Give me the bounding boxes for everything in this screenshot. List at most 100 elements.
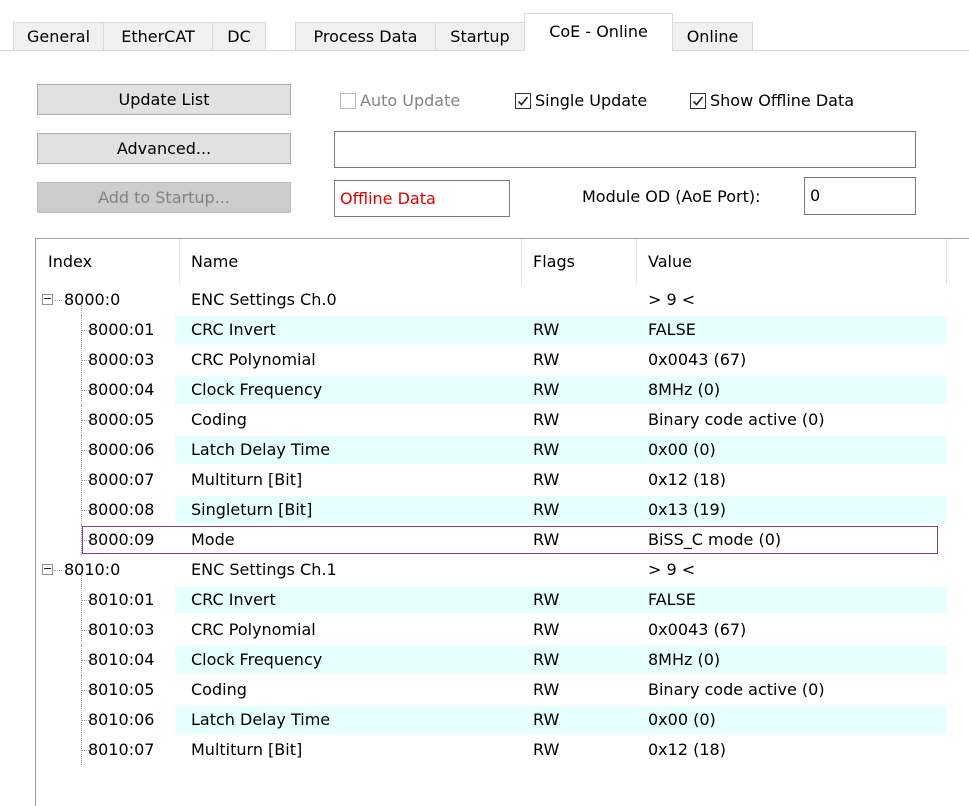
header-index[interactable]: Index [48, 252, 92, 271]
show-offline-data-checkbox[interactable]: Show Offline Data [690, 90, 854, 112]
table-row[interactable]: 8010:04 Clock Frequency RW 8MHz (0) [36, 645, 969, 675]
cell-name: ENC Settings Ch.1 [191, 560, 337, 579]
table-row[interactable]: 8000:08 Singleturn [Bit] RW 0x13 (19) [36, 495, 969, 525]
collapse-icon[interactable]: − [42, 563, 53, 575]
cell-index: 8010:06 [88, 710, 155, 729]
cell-value: 0x00 (0) [648, 440, 716, 459]
cell-name: CRC Polynomial [191, 620, 316, 639]
tab-dc[interactable]: DC [212, 22, 266, 50]
column-separator[interactable] [179, 239, 180, 285]
table-row[interactable]: 8000:03 CRC Polynomial RW 0x0043 (67) [36, 345, 969, 375]
table-row[interactable]: 8010:03 CRC Polynomial RW 0x0043 (67) [36, 615, 969, 645]
column-separator[interactable] [636, 239, 637, 285]
single-update-label: Single Update [535, 91, 648, 110]
cell-name: Clock Frequency [191, 650, 323, 669]
cell-value: BiSS_C mode (0) [648, 530, 782, 549]
tab-process-data[interactable]: Process Data [295, 22, 436, 50]
tree-connector [54, 570, 62, 571]
cell-flags: RW [533, 530, 560, 549]
tab-online[interactable]: Online [672, 22, 753, 50]
table-row[interactable]: 8000:07 Multiturn [Bit] RW 0x12 (18) [36, 465, 969, 495]
cell-index: 8000:05 [88, 410, 155, 429]
update-list-button[interactable]: Update List [37, 84, 291, 115]
table-row[interactable]: 8000:01 CRC Invert RW FALSE [36, 315, 969, 345]
table-row[interactable]: 8010:07 Multiturn [Bit] RW 0x12 (18) [36, 735, 969, 765]
cell-index: 8000:07 [88, 470, 155, 489]
tree-connector [54, 300, 62, 301]
cell-value: 0x00 (0) [648, 710, 716, 729]
checkmark-icon [515, 93, 531, 109]
table-row[interactable]: 8000:05 Coding RW Binary code active (0) [36, 405, 969, 435]
cell-index: 8000:01 [88, 320, 155, 339]
table-group-row[interactable]: −8000:0 ENC Settings Ch.0 > 9 < [36, 285, 969, 315]
cell-index: 8010:03 [88, 620, 155, 639]
cell-value: FALSE [648, 590, 696, 609]
cell-name: ENC Settings Ch.0 [191, 290, 337, 309]
cell-value: 8MHz (0) [648, 650, 721, 669]
cell-name: Multiturn [Bit] [191, 740, 303, 759]
table-row[interactable]: 8010:01 CRC Invert RW FALSE [36, 585, 969, 615]
cell-name: CRC Invert [191, 590, 276, 609]
cell-index: 8010:04 [88, 650, 155, 669]
table-row[interactable]: 8010:06 Latch Delay Time RW 0x00 (0) [36, 705, 969, 735]
table-row[interactable]: 8010:05 Coding RW Binary code active (0) [36, 675, 969, 705]
cell-index: 8010:05 [88, 680, 155, 699]
cell-value: 0x12 (18) [648, 740, 726, 759]
cell-name: Coding [191, 410, 247, 429]
cell-index: 8010:0 [64, 560, 121, 579]
cell-name: Multiturn [Bit] [191, 470, 303, 489]
cell-flags: RW [533, 500, 560, 519]
tab-startup[interactable]: Startup [435, 22, 525, 50]
cell-value: 0x0043 (67) [648, 620, 747, 639]
table-row[interactable]: 8000:09 Mode RW BiSS_C mode (0) [36, 525, 969, 555]
cell-value: 0x13 (19) [648, 500, 726, 519]
cell-name: Latch Delay Time [191, 440, 331, 459]
tab-coe-online[interactable]: CoE - Online [524, 13, 673, 51]
cell-name: Clock Frequency [191, 380, 323, 399]
table-row[interactable]: 8000:06 Latch Delay Time RW 0x00 (0) [36, 435, 969, 465]
cell-index: 8000:08 [88, 500, 155, 519]
cell-value: Binary code active (0) [648, 410, 825, 429]
header-flags[interactable]: Flags [533, 252, 575, 271]
column-separator[interactable] [946, 239, 947, 285]
table-row[interactable]: 8000:04 Clock Frequency RW 8MHz (0) [36, 375, 969, 405]
cell-flags: RW [533, 320, 560, 339]
cell-flags: RW [533, 350, 560, 369]
table-header: Index Name Flags Value [36, 239, 969, 285]
cell-flags: RW [533, 440, 560, 459]
checkmark-icon [690, 93, 706, 109]
cell-index: 8000:03 [88, 350, 155, 369]
cell-value: 0x0043 (67) [648, 350, 747, 369]
cell-name: CRC Invert [191, 320, 276, 339]
module-od-input[interactable]: 0 [804, 177, 916, 215]
add-to-startup-button[interactable]: Add to Startup... [37, 182, 291, 213]
advanced-button[interactable]: Advanced... [37, 133, 291, 164]
auto-update-label: Auto Update [360, 91, 461, 110]
cell-name: Singleturn [Bit] [191, 500, 313, 519]
cell-value: Binary code active (0) [648, 680, 825, 699]
row-highlight [175, 406, 947, 434]
header-name[interactable]: Name [191, 252, 238, 271]
path-field[interactable] [334, 131, 916, 168]
cell-flags: RW [533, 620, 560, 639]
cell-index: 8000:0 [64, 290, 121, 309]
cell-flags: RW [533, 740, 560, 759]
cell-value: 0x12 (18) [648, 470, 726, 489]
header-value[interactable]: Value [648, 252, 692, 271]
tab-general[interactable]: General [13, 22, 104, 50]
single-update-checkbox[interactable]: Single Update [515, 90, 647, 112]
cell-flags: RW [533, 680, 560, 699]
tab-baseline [0, 50, 969, 51]
auto-update-checkbox[interactable]: Auto Update [340, 90, 460, 112]
cell-flags: RW [533, 710, 560, 729]
tab-ethercat[interactable]: EtherCAT [103, 22, 213, 50]
offline-data-status: Offline Data [334, 180, 510, 217]
table-group-row[interactable]: −8010:0 ENC Settings Ch.1 > 9 < [36, 555, 969, 585]
cell-flags: RW [533, 650, 560, 669]
cell-flags: RW [533, 470, 560, 489]
cell-name: CRC Polynomial [191, 350, 316, 369]
show-offline-data-label: Show Offline Data [710, 91, 855, 110]
tab-strip: General EtherCAT DC Process Data Startup… [0, 0, 969, 51]
collapse-icon[interactable]: − [42, 293, 53, 305]
column-separator[interactable] [521, 239, 522, 285]
